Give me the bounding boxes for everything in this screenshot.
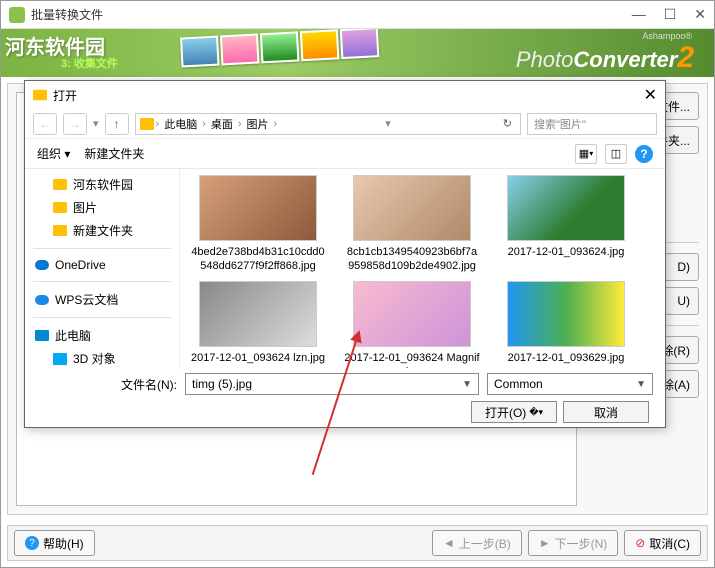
tree-folder-hedong[interactable]: 河东软件园 — [31, 173, 173, 196]
file-thumbnail — [507, 281, 625, 347]
dialog-title: 打开 — [53, 87, 644, 104]
file-grid: 4bed2e738bd4b31c10cdd0548dd6277f9f2ff868… — [180, 169, 665, 369]
window-title: 批量转换文件 — [31, 6, 632, 23]
file-item[interactable]: 2017-12-01_093629.jpg — [498, 281, 634, 369]
cancel-icon: ⊘ — [635, 536, 645, 550]
cancel-button[interactable]: ⊘取消(C) — [624, 530, 701, 556]
file-item[interactable]: 2017-12-01_093624 Magnifier — [344, 281, 480, 369]
cube-icon — [53, 353, 67, 365]
prev-button[interactable]: ◄上一步(B) — [432, 530, 522, 556]
file-item[interactable]: 8cb1cb1349540923b6bf7a959858d109b2de4902… — [344, 175, 480, 273]
filter-select[interactable]: Common▼ — [487, 373, 653, 395]
cloud-icon — [35, 295, 49, 305]
file-thumbnail — [507, 175, 625, 241]
app-icon — [9, 7, 25, 23]
dialog-body: 河东软件园 图片 新建文件夹 OneDrive WPS云文档 此电脑 3D 对象… — [25, 169, 665, 369]
organize-button[interactable]: 组织 ▾ — [37, 145, 70, 162]
arrow-left-icon: ◄ — [443, 536, 455, 550]
crumb-pictures[interactable]: 图片 — [244, 116, 272, 132]
file-name-label: 2017-12-01_093629.jpg — [508, 351, 625, 365]
folder-icon — [140, 118, 154, 130]
nav-up-button[interactable]: ↑ — [105, 113, 129, 135]
ashampoo-brand: Ashampoo® — [642, 31, 692, 41]
file-name-label: 4bed2e738bd4b31c10cdd0548dd6277f9f2ff868… — [190, 245, 326, 273]
arrow-right-icon: ► — [539, 536, 551, 550]
tree-thispc[interactable]: 此电脑 — [31, 324, 173, 347]
folder-icon — [53, 179, 67, 190]
crumb-thispc[interactable]: 此电脑 — [161, 116, 200, 132]
file-thumbnail — [353, 175, 471, 241]
step-label: 3: 收集文件 — [61, 55, 118, 71]
file-thumbnail — [353, 281, 471, 347]
search-input[interactable]: 搜索"图片" — [527, 113, 657, 135]
help-icon: ? — [25, 536, 39, 550]
help-icon[interactable]: ? — [635, 145, 653, 163]
pc-icon — [35, 330, 49, 341]
dialog-icon — [33, 88, 47, 102]
refresh-button[interactable]: ↻ — [499, 117, 516, 130]
banner-photos — [180, 29, 432, 77]
file-name-label: 2017-12-01_093624.jpg — [508, 245, 625, 259]
chevron-down-icon: ▼ — [636, 379, 646, 390]
filename-input[interactable]: timg (5).jpg▼ — [185, 373, 479, 395]
cancel-button[interactable]: 取消 — [563, 401, 649, 423]
file-thumbnail — [199, 175, 317, 241]
open-button[interactable]: 打开(O)�▾ — [471, 401, 557, 423]
product-name: Ashampoo® PhotoConverter2 — [516, 41, 694, 75]
view-mode-button[interactable]: ▦ ▾ — [575, 144, 597, 164]
main-titlebar: 批量转换文件 — ☐ ✕ — [1, 1, 714, 29]
dialog-toolbar: 组织 ▾ 新建文件夹 ▦ ▾ ◫ ? — [25, 139, 665, 169]
tree-wps[interactable]: WPS云文档 — [31, 288, 173, 311]
crumb-desktop[interactable]: 桌面 — [208, 116, 236, 132]
close-button[interactable]: ✕ — [694, 6, 706, 23]
folder-tree: 河东软件园 图片 新建文件夹 OneDrive WPS云文档 此电脑 3D 对象 — [25, 169, 180, 369]
maximize-button[interactable]: ☐ — [664, 6, 677, 23]
tree-folder-new[interactable]: 新建文件夹 — [31, 219, 173, 242]
nav-back-button[interactable]: ← — [33, 113, 57, 135]
tree-folder-pictures[interactable]: 图片 — [31, 196, 173, 219]
filename-label: 文件名(N): — [37, 376, 177, 393]
nav-bar: ← → ▾ ↑ › 此电脑 › 桌面 › 图片 › ▾ ↻ 搜索"图片" — [25, 109, 665, 139]
chevron-down-icon: ▼ — [462, 379, 472, 390]
file-name-label: 8cb1cb1349540923b6bf7a959858d109b2de4902… — [344, 245, 480, 273]
folder-icon — [53, 225, 67, 236]
file-item[interactable]: 2017-12-01_093624.jpg — [498, 175, 634, 273]
minimize-button[interactable]: — — [632, 6, 646, 23]
file-thumbnail — [199, 281, 317, 347]
tree-3d-objects[interactable]: 3D 对象 — [31, 347, 173, 369]
wizard-bottom-bar: ?帮助(H) ◄上一步(B) ►下一步(N) ⊘取消(C) — [7, 525, 708, 561]
file-name-label: 2017-12-01_093624 lzn.jpg — [191, 351, 325, 365]
dialog-titlebar: 打开 ✕ — [25, 81, 665, 109]
help-button[interactable]: ?帮助(H) — [14, 530, 95, 556]
banner: 河东软件园 3: 收集文件 Ashampoo® PhotoConverter2 — [1, 29, 714, 77]
cloud-icon — [35, 260, 49, 270]
file-item[interactable]: 2017-12-01_093624 lzn.jpg — [190, 281, 326, 369]
folder-icon — [53, 202, 67, 213]
preview-pane-button[interactable]: ◫ — [605, 144, 627, 164]
new-folder-button[interactable]: 新建文件夹 — [84, 145, 144, 162]
tree-onedrive[interactable]: OneDrive — [31, 255, 173, 275]
file-name-label: 2017-12-01_093624 Magnifier — [344, 351, 480, 369]
breadcrumb[interactable]: › 此电脑 › 桌面 › 图片 › ▾ ↻ — [135, 113, 521, 135]
dialog-close-button[interactable]: ✕ — [644, 85, 657, 105]
next-button[interactable]: ►下一步(N) — [528, 530, 619, 556]
file-item[interactable]: 4bed2e738bd4b31c10cdd0548dd6277f9f2ff868… — [190, 175, 326, 273]
nav-forward-button[interactable]: → — [63, 113, 87, 135]
